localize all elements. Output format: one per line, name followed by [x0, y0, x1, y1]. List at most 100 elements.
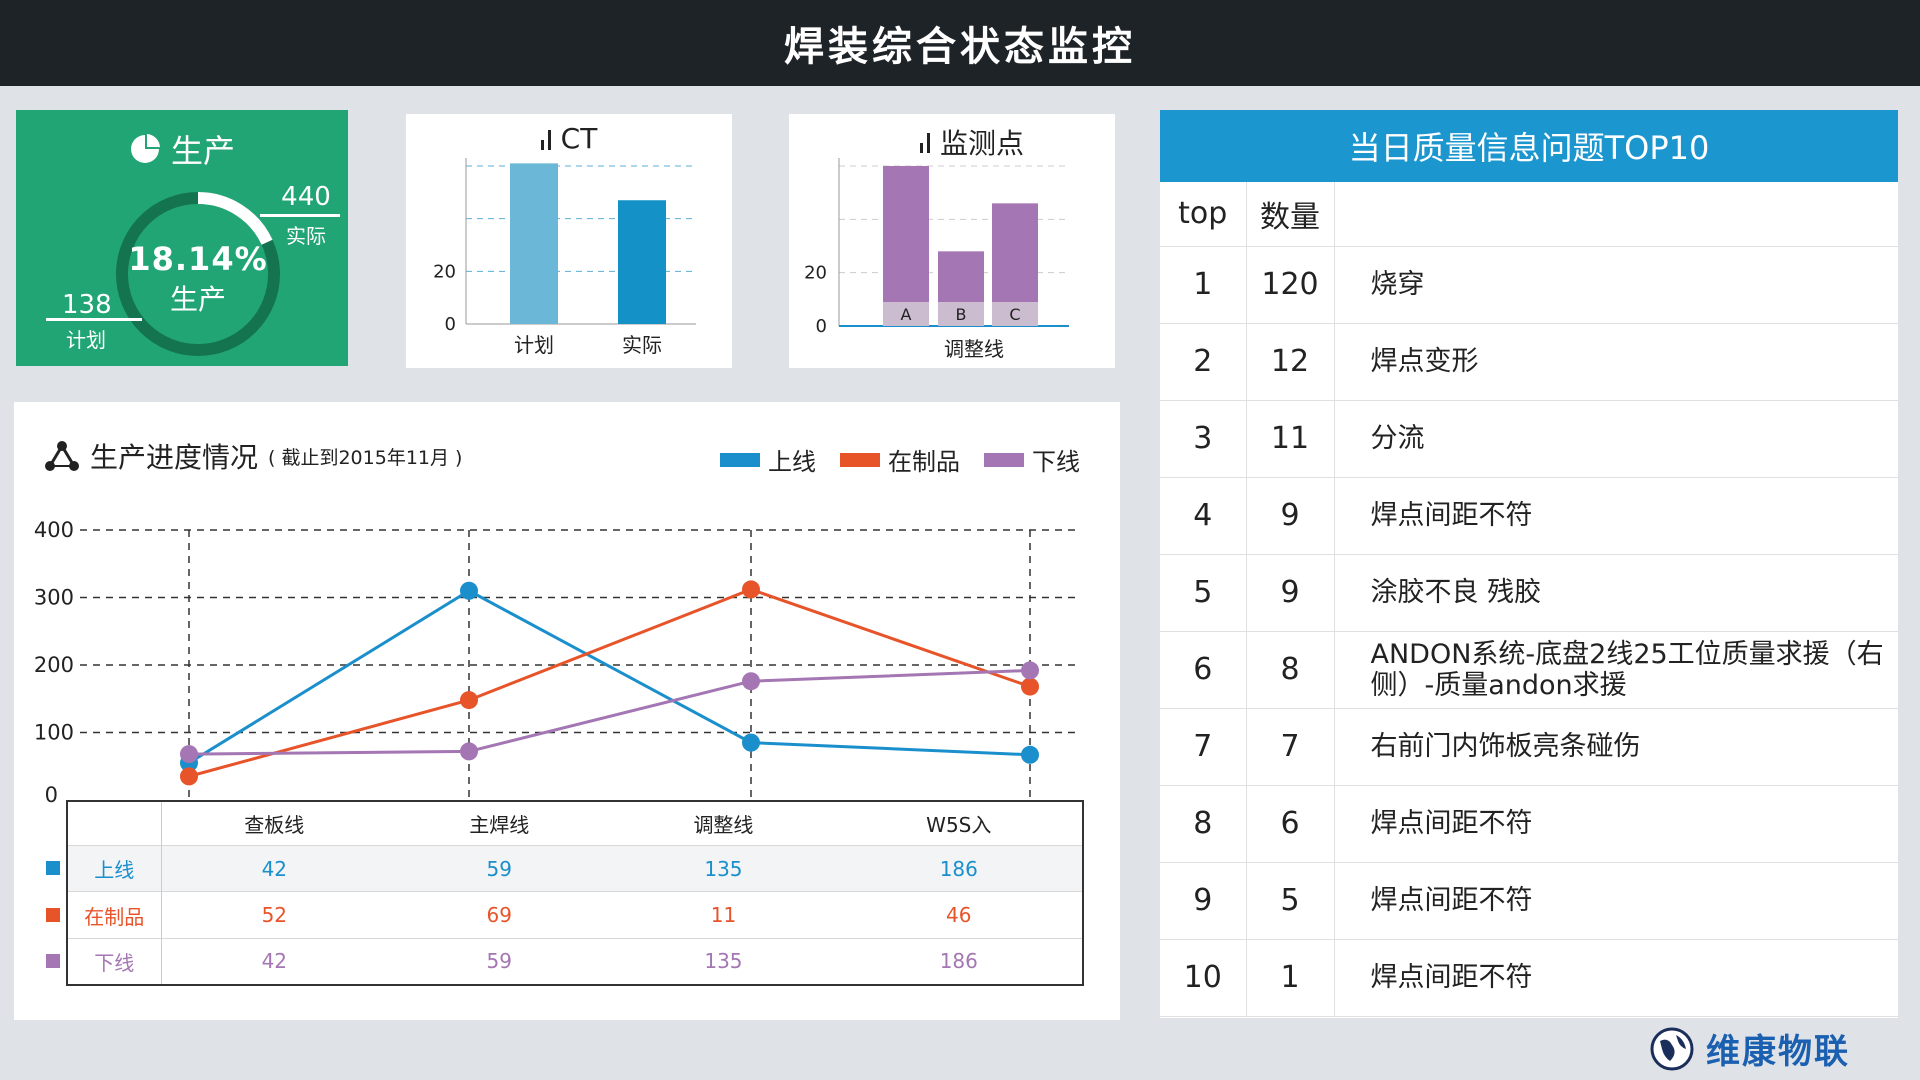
- row-label: 下线: [67, 938, 162, 985]
- series-point: [1021, 677, 1039, 696]
- top10-issue: 焊点间距不符: [1334, 862, 1898, 940]
- monitor-bar-label: B: [956, 305, 967, 324]
- top10-row: 3 11 分流: [1160, 400, 1898, 478]
- series-point: [742, 733, 760, 752]
- series-point: [742, 672, 760, 691]
- table-header-cell: W5S入: [926, 812, 992, 837]
- top10-issue: 焊点间距不符: [1334, 477, 1898, 555]
- top10-issue: 右前门内饰板亮条碰伤: [1334, 708, 1898, 786]
- series-point: [460, 581, 478, 600]
- top10-header-rank: top: [1160, 182, 1247, 247]
- table-cell: 186: [939, 949, 978, 974]
- top10-count: 8: [1246, 631, 1335, 709]
- top10-row: 6 8 ANDON系统-底盘2线25工位质量求援（右侧）-质量andon求援: [1160, 631, 1898, 709]
- monitor-bar-label: C: [1009, 305, 1020, 324]
- table-cell: 46: [946, 903, 972, 928]
- production-title: 生产: [16, 126, 348, 172]
- top10-count: 11: [1246, 400, 1335, 478]
- top10-rank: 4: [1160, 477, 1247, 555]
- top10-row: 8 6 焊点间距不符: [1160, 785, 1898, 863]
- top10-issue: ANDON系统-底盘2线25工位质量求援（右侧）-质量andon求援: [1334, 631, 1898, 709]
- y-tick-label: 300: [34, 586, 74, 610]
- top10-header-count: 数量: [1246, 182, 1335, 247]
- monitor-chart: 0 20 A B C 调整线: [804, 158, 1069, 361]
- series-point: [1021, 661, 1039, 680]
- ct-bar: [510, 163, 558, 324]
- production-title-label: 生产: [170, 132, 235, 170]
- top10-rank: 5: [1160, 554, 1247, 632]
- table-cell: 52: [261, 903, 288, 928]
- row-key-swatch: [46, 954, 60, 968]
- top10-header-row: top 数量: [1160, 182, 1898, 247]
- ct-bar: [618, 200, 666, 324]
- actual-value: 440: [281, 182, 331, 212]
- y-tick-label: 400: [34, 518, 74, 542]
- y-tick-label: 20: [804, 263, 827, 284]
- top10-row: 1 120 烧穿: [1160, 246, 1898, 324]
- pie-chart-icon: [130, 134, 160, 163]
- table-cell: 42: [261, 949, 288, 974]
- table-header-cell: 查板线: [244, 812, 305, 837]
- plan-label: 计划: [66, 328, 106, 352]
- top10-row: 5 9 涂胶不良 残胶: [1160, 554, 1898, 632]
- top10-row: 7 7 右前门内饰板亮条碰伤: [1160, 708, 1898, 786]
- top10-issue: 分流: [1334, 400, 1898, 478]
- x-axis-label: 调整线: [944, 337, 1004, 361]
- table-row: 下线 42 59 135 186: [67, 938, 1083, 985]
- table-cell: 69: [486, 903, 512, 928]
- y-tick-label: 20: [433, 261, 456, 282]
- top10-count: 12: [1246, 323, 1335, 401]
- series-point: [180, 767, 198, 786]
- table-cell: 42: [261, 856, 288, 881]
- table-cell: 135: [704, 949, 743, 974]
- table-cell: 11: [710, 903, 737, 928]
- top10-rank: 9: [1160, 862, 1247, 940]
- top10-row: 10 1 焊点间距不符: [1160, 939, 1898, 1017]
- top10-panel: 当日质量信息问题TOP10 top 数量 1 120 烧穿 2 12 焊点变形 3 11 分…: [1160, 110, 1898, 1018]
- header-bar: 焊装综合状态监控: [0, 0, 1920, 86]
- series-line: [188, 589, 1031, 765]
- y-tick-label: 0: [445, 314, 456, 335]
- series-point: [1021, 745, 1039, 764]
- top10-count: 120: [1246, 246, 1335, 324]
- top10-rank: 7: [1160, 708, 1247, 786]
- production-percent-label: 生产: [169, 283, 226, 316]
- brand-name: 维康物联: [1706, 1032, 1850, 1072]
- row-key-swatch: [46, 861, 60, 875]
- table-cell: 59: [486, 856, 512, 881]
- top10-title: 当日质量信息问题TOP10: [1160, 110, 1898, 182]
- table-row: 在制品 52 69 11 46: [67, 891, 1083, 939]
- y-tick-label: 200: [34, 653, 74, 677]
- row-key-swatch: [46, 908, 60, 922]
- top10-header-issue: [1334, 182, 1898, 247]
- series-point: [180, 745, 198, 764]
- top10-table: top 数量 1 120 烧穿 2 12 焊点变形 3 11 分流 4 9 焊点间距不符 59涂…: [1160, 182, 1898, 1017]
- page-title: 焊装综合状态监控: [784, 24, 1136, 70]
- table-header-cell: 主焊线: [469, 812, 530, 837]
- progress-panel: 生产进度情况 ( 截止到2015年11月 ) 上线 在制品 下线 0 100 200…: [14, 402, 1120, 1020]
- top10-issue: 焊点间距不符: [1334, 785, 1898, 863]
- table-header-cell: 调整线: [693, 812, 754, 837]
- top10-issue: 焊点间距不符: [1334, 939, 1898, 1017]
- actual-divider: [260, 214, 340, 217]
- top10-rank: 1: [1160, 246, 1247, 324]
- series-point: [460, 742, 478, 761]
- top10-rank: 10: [1160, 939, 1247, 1017]
- top10-count: 7: [1246, 708, 1335, 786]
- table-corner: [67, 801, 162, 846]
- monitor-chart-card: 监测点 0 20 A B C 调整线: [789, 114, 1115, 368]
- top10-rank: 6: [1160, 631, 1247, 709]
- top10-issue: 烧穿: [1334, 246, 1898, 324]
- top10-count: 9: [1246, 477, 1335, 555]
- table-cell: 135: [704, 856, 743, 881]
- production-card: 生产 18.14% 生产 440 实际 138 计划: [16, 110, 348, 366]
- ct-chart: 0 20 计划 实际: [433, 158, 696, 357]
- top10-row: 4 9 焊点间距不符: [1160, 477, 1898, 555]
- series-point: [460, 691, 478, 710]
- top10-count: 1: [1246, 939, 1335, 1017]
- table-cell: 186: [939, 856, 978, 881]
- top10-count: 5: [1246, 862, 1335, 940]
- table-header-row: 查板线 主焊线 调整线 W5S入: [67, 801, 1083, 846]
- top10-rank: 2: [1160, 323, 1247, 401]
- table-cell: 59: [486, 949, 512, 974]
